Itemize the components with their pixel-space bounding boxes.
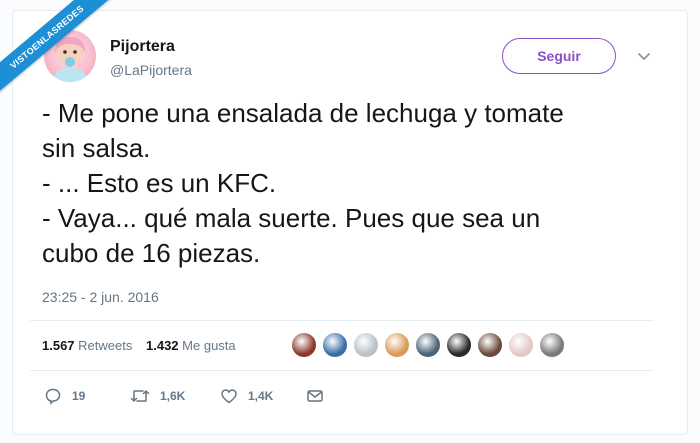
retweets-count: 1.567 <box>42 338 75 353</box>
liker-avatar[interactable] <box>414 331 442 359</box>
liker-avatar[interactable] <box>476 331 504 359</box>
retweets-stat[interactable]: 1.567 Retweets <box>42 338 132 353</box>
retweet-icon <box>130 390 150 402</box>
liker-avatar[interactable] <box>321 331 349 359</box>
message-icon <box>307 390 323 402</box>
retweet-action[interactable]: 1,6K <box>130 386 185 406</box>
liker-avatar[interactable] <box>290 331 318 359</box>
tweet-timestamp[interactable]: 23:25 - 2 jun. 2016 <box>42 289 159 305</box>
display-name[interactable]: Pijortera <box>110 38 175 56</box>
engagement-stats: 1.567 Retweets 1.432 Me gusta <box>42 338 246 353</box>
message-action[interactable] <box>306 386 334 406</box>
user-handle[interactable]: @LaPijortera <box>110 62 192 78</box>
liker-avatar[interactable] <box>445 331 473 359</box>
divider-bottom <box>30 370 654 371</box>
like-count: 1,4K <box>248 389 274 403</box>
reply-icon <box>45 388 61 405</box>
liker-avatar[interactable] <box>352 331 380 359</box>
reply-count: 19 <box>72 389 86 403</box>
liker-avatar[interactable] <box>538 331 566 359</box>
retweet-count: 1,6K <box>160 389 186 403</box>
chevron-down-icon[interactable] <box>636 48 652 64</box>
tweet-text: - Me pone una ensalada de lechuga y toma… <box>42 98 564 268</box>
likes-label: Me gusta <box>182 338 236 353</box>
reply-action[interactable]: 19 <box>44 386 85 406</box>
like-icon <box>221 389 237 404</box>
liker-avatar[interactable] <box>383 331 411 359</box>
divider-top <box>30 320 654 321</box>
follow-button[interactable]: Seguir <box>502 38 616 74</box>
likes-count: 1.432 <box>146 338 179 353</box>
retweets-label: Retweets <box>78 338 133 353</box>
likes-stat[interactable]: 1.432 Me gusta <box>146 338 236 353</box>
like-action[interactable]: 1,4K <box>220 386 273 406</box>
liker-avatar[interactable] <box>507 331 535 359</box>
